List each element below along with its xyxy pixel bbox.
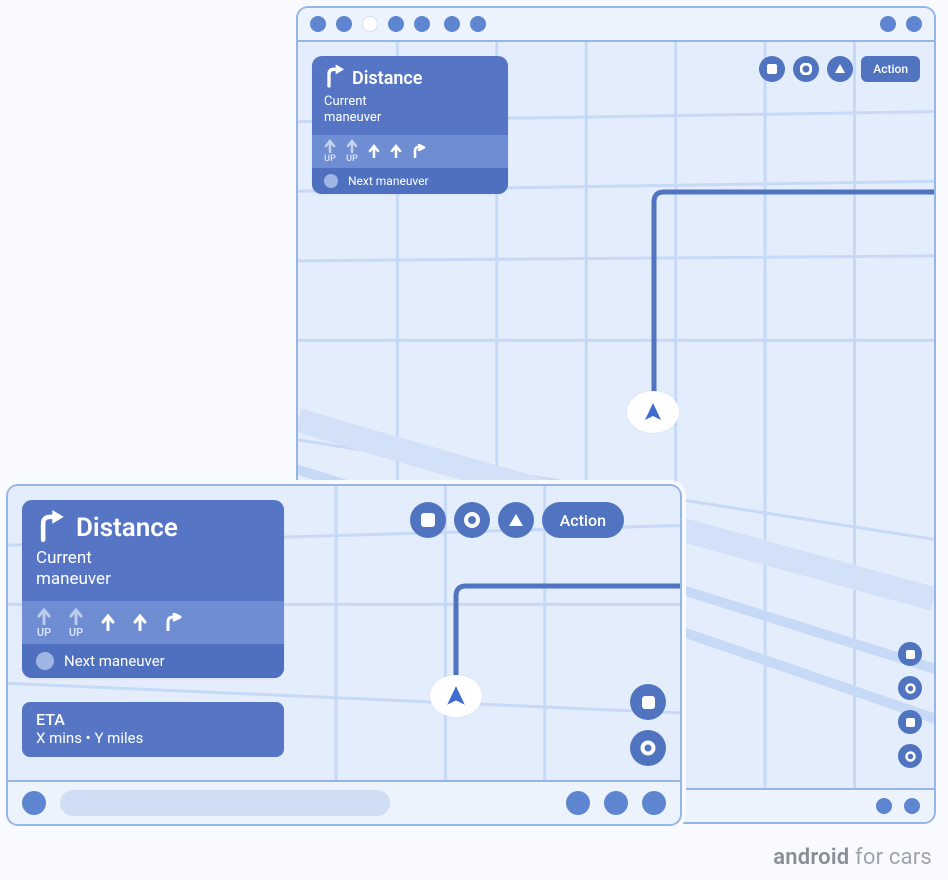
- bar-dot: [22, 791, 46, 815]
- next-maneuver-row: Next maneuver: [22, 644, 284, 678]
- status-bar: [298, 8, 934, 42]
- map-control-ring-icon[interactable]: [898, 676, 922, 700]
- map-button-triangle-icon[interactable]: [498, 502, 534, 538]
- action-button[interactable]: Action: [861, 56, 920, 82]
- bar-dot: [604, 791, 628, 815]
- map-control-square-icon[interactable]: [630, 684, 666, 720]
- bar-dot: [642, 791, 666, 815]
- map-button-square-icon[interactable]: [759, 56, 785, 82]
- navigation-card: Distance Current maneuver UP UP Next man…: [312, 56, 508, 194]
- map-side-controls: [898, 642, 922, 768]
- status-dot: [336, 16, 352, 32]
- map-side-controls: [630, 684, 666, 766]
- current-maneuver-label: Current maneuver: [312, 94, 508, 135]
- watermark: android for cars: [773, 845, 932, 870]
- map-control-ring-icon[interactable]: [898, 744, 922, 768]
- navigation-card: Distance Current maneuver UP UP Next man…: [22, 500, 284, 678]
- next-maneuver-row: Next maneuver: [312, 168, 508, 194]
- distance-label: Distance: [352, 68, 423, 89]
- map-button-circle-icon[interactable]: [454, 502, 490, 538]
- turn-right-icon: [324, 64, 344, 92]
- map-canvas[interactable]: Action Distance Current maneuver UP: [8, 486, 680, 780]
- action-button[interactable]: Action: [542, 502, 624, 538]
- map-button-circle-icon[interactable]: [793, 56, 819, 82]
- map-control-square-icon[interactable]: [898, 642, 922, 666]
- current-location-marker: [627, 391, 679, 433]
- current-location-marker: [430, 675, 482, 717]
- bar-dot: [566, 791, 590, 815]
- status-dot: [414, 16, 430, 32]
- next-maneuver-icon: [36, 652, 54, 670]
- device-landscape: Action Distance Current maneuver UP: [6, 484, 682, 826]
- status-dot: [906, 16, 922, 32]
- nav-dot: [904, 798, 920, 814]
- current-maneuver-label: Current maneuver: [22, 548, 284, 601]
- status-dot: [470, 16, 486, 32]
- eta-subtitle: X mins • Y miles: [36, 729, 270, 747]
- bottom-system-bar: [8, 780, 680, 824]
- map-control-ring-icon[interactable]: [630, 730, 666, 766]
- next-maneuver-label: Next maneuver: [64, 652, 165, 670]
- lane-guidance: UP UP: [22, 601, 284, 644]
- eta-title: ETA: [36, 710, 270, 729]
- next-maneuver-label: Next maneuver: [348, 174, 429, 188]
- distance-label: Distance: [76, 513, 178, 543]
- status-dot: [310, 16, 326, 32]
- lane-guidance: UP UP: [312, 135, 508, 168]
- status-dot-active: [362, 16, 378, 32]
- status-dot: [880, 16, 896, 32]
- eta-card: ETA X mins • Y miles: [22, 702, 284, 757]
- map-toolbar: Action: [759, 56, 920, 82]
- map-button-square-icon[interactable]: [410, 502, 446, 538]
- bar-pill: [60, 790, 390, 816]
- turn-right-icon: [36, 510, 64, 546]
- status-dot: [388, 16, 404, 32]
- nav-dot: [876, 798, 892, 814]
- status-dot: [444, 16, 460, 32]
- map-control-square-icon[interactable]: [898, 710, 922, 734]
- next-maneuver-icon: [324, 174, 338, 188]
- map-toolbar: Action: [410, 502, 624, 538]
- map-button-triangle-icon[interactable]: [827, 56, 853, 82]
